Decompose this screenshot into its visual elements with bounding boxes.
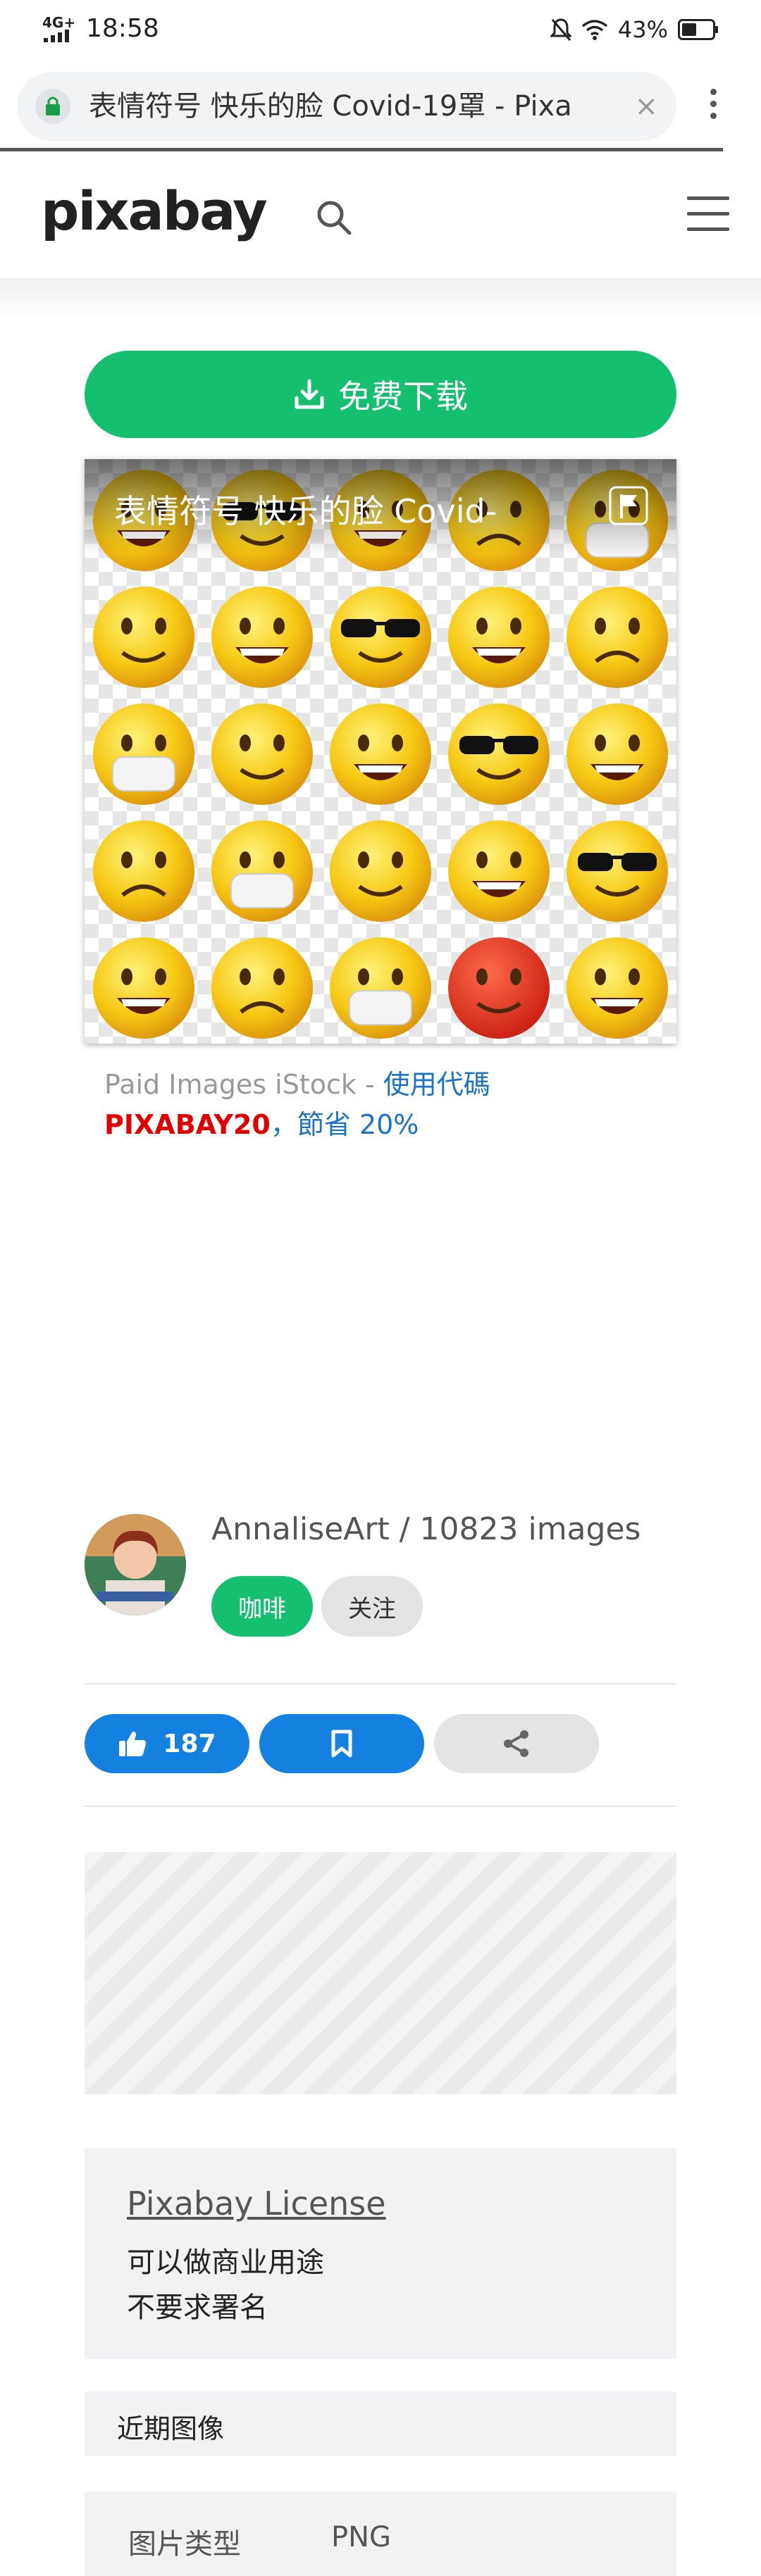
image-info-table: 图片类型 PNG [85,2491,676,2576]
signal-icon [44,30,69,42]
emoji-face [448,704,550,805]
divider [85,1683,676,1684]
image-type-label: 图片类型 [128,2528,241,2561]
author-name[interactable]: AnnaliseArt / 10823 images [211,1511,641,1547]
more-options-icon[interactable] [705,85,722,127]
search-icon[interactable] [313,196,355,239]
coffee-button[interactable]: 咖啡 [211,1576,313,1637]
emoji-face [448,820,550,922]
emoji-face [330,820,431,922]
emoji-face [211,704,313,805]
follow-button[interactable]: 关注 [321,1576,423,1637]
header-shadow [0,278,761,320]
emoji-face [211,587,313,688]
emoji-face [93,704,194,805]
recent-images-title: 近期图像 [117,2413,225,2444]
bookmark-icon [331,1730,352,1758]
emoji-face [211,820,313,922]
promo-saving[interactable]: 節省 20% [297,1109,419,1140]
share-button[interactable] [434,1714,599,1773]
promo-separator: ， [270,1109,297,1140]
ad-placeholder [85,1852,676,2094]
emoji-face [330,704,431,805]
bookmark-button[interactable] [259,1714,424,1773]
recent-images-section[interactable]: 近期图像 [85,2391,676,2456]
mute-bell-icon [550,18,571,41]
address-bar[interactable]: 表情符号 快乐的脸 Covid-19罩 - Pixa × [17,72,676,141]
emoji-face [567,820,668,922]
site-header: pixabay [0,151,761,278]
like-count: 187 [163,1729,216,1758]
pixabay-logo[interactable]: pixabay [41,180,268,242]
emoji-face [93,587,194,688]
promo-code: PIXABAY20 [104,1109,271,1140]
emoji-face [330,937,431,1039]
network-type: 4G+ [42,14,76,31]
emoji-face [448,937,550,1039]
emoji-face [567,587,668,688]
emoji-face [567,937,668,1039]
free-download-label: 免费下载 [338,377,468,415]
image-title: 表情符号 快乐的脸 Covid- [114,492,497,530]
image-type-value: PNG [331,2521,392,2553]
emoji-face [448,587,550,688]
download-icon [295,379,324,409]
hamburger-menu-icon[interactable] [687,196,729,235]
avatar[interactable] [85,1514,186,1615]
istock-prefix: Paid Images iStock - [104,1069,383,1100]
thumbs-up-icon [119,1731,147,1756]
license-link[interactable]: Pixabay License [127,2184,386,2222]
emoji-face [211,937,313,1039]
share-icon [504,1730,528,1757]
lock-icon[interactable] [35,89,70,124]
emoji-face [567,704,668,805]
clock: 18:58 [86,14,159,43]
image-preview[interactable]: 表情符号 快乐的脸 Covid- [85,459,676,1044]
license-attribution: 不要求署名 [127,2291,268,2324]
battery-icon [678,19,718,40]
emoji-face [93,937,194,1039]
like-button[interactable]: 187 [85,1714,249,1773]
use-code-link[interactable]: 使用代碼 [383,1069,490,1100]
license-box: Pixabay License 可以做商业用途 不要求署名 [85,2148,676,2359]
istock-promo[interactable]: Paid Images iStock - 使用代碼 PIXABAY20，節省 2… [104,1065,668,1145]
tab-title[interactable]: 表情符号 快乐的脸 Covid-19罩 - Pixa [89,87,624,125]
divider [85,1806,676,1807]
close-icon[interactable]: × [634,89,658,124]
emoji-face [330,587,431,688]
flag-icon[interactable] [609,486,648,525]
battery-percent: 43% [617,16,668,43]
status-bar: 4G+ 18:58 43% [0,0,761,59]
wifi-icon [581,20,607,40]
license-commercial: 可以做商业用途 [127,2246,324,2279]
emoji-face [93,820,194,922]
free-download-button[interactable]: 免费下载 [85,351,676,438]
